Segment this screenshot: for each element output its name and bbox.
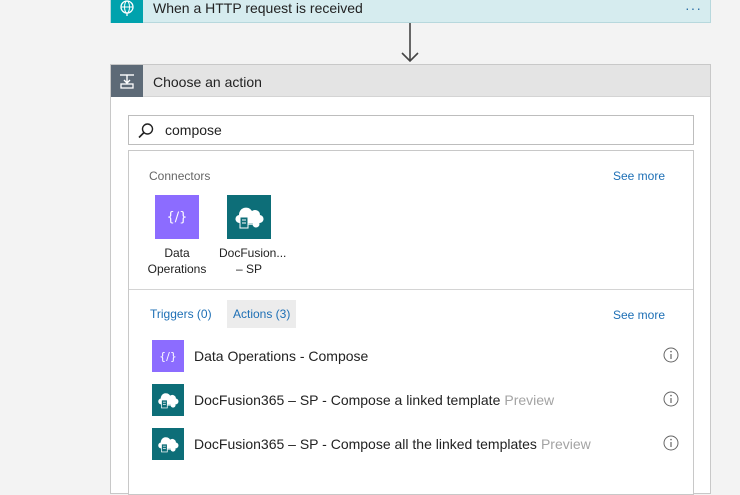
flow-arrow-icon bbox=[401, 23, 419, 63]
action-item-docfusion-compose-all-linked-templates[interactable]: DocFusion365 – SP - Compose all the link… bbox=[149, 426, 679, 462]
action-item-label: DocFusion365 – SP - Compose all the link… bbox=[194, 436, 591, 452]
trigger-card[interactable]: When a HTTP request is received ··· bbox=[110, 0, 711, 23]
connector-docfusion[interactable]: DocFusion... – SP bbox=[219, 195, 287, 277]
docfusion-icon bbox=[152, 428, 184, 460]
tab-triggers[interactable]: Triggers (0) bbox=[144, 300, 218, 328]
data-operations-icon: {∕} bbox=[152, 340, 184, 372]
info-icon[interactable] bbox=[663, 435, 679, 451]
action-header[interactable]: Choose an action bbox=[111, 65, 710, 97]
section-divider bbox=[129, 289, 693, 290]
actions-see-more-link[interactable]: See more bbox=[613, 308, 665, 322]
action-item-label: DocFusion365 – SP - Compose a linked tem… bbox=[194, 392, 555, 408]
connectors-label: Connectors bbox=[149, 169, 211, 183]
search-icon bbox=[138, 123, 154, 139]
connector-name: DocFusion... – SP bbox=[219, 246, 287, 276]
action-item-label: Data Operations - Compose bbox=[194, 348, 369, 364]
docfusion-icon bbox=[152, 384, 184, 416]
connectors-see-more-link[interactable]: See more bbox=[613, 169, 665, 183]
action-header-title: Choose an action bbox=[153, 74, 262, 90]
results-panel: Connectors See more {∕} Data Operations bbox=[128, 150, 694, 495]
connector-name: Data Operations bbox=[147, 246, 207, 276]
svg-text:{∕}: {∕} bbox=[167, 210, 188, 225]
action-icon bbox=[111, 65, 143, 97]
connector-data-operations[interactable]: {∕} Data Operations bbox=[147, 195, 207, 277]
trigger-title: When a HTTP request is received bbox=[153, 0, 363, 16]
action-item-data-operations-compose[interactable]: {∕} Data Operations - Compose bbox=[149, 338, 679, 374]
docfusion-icon bbox=[227, 195, 271, 239]
search-input[interactable] bbox=[165, 121, 665, 139]
more-options-icon[interactable]: ··· bbox=[685, 0, 702, 16]
data-operations-icon: {∕} bbox=[155, 195, 199, 239]
info-icon[interactable] bbox=[663, 347, 679, 363]
search-box[interactable] bbox=[128, 115, 694, 145]
info-icon[interactable] bbox=[663, 391, 679, 407]
action-item-docfusion-compose-linked-template[interactable]: DocFusion365 – SP - Compose a linked tem… bbox=[149, 382, 679, 418]
choose-action-card: Choose an action Connectors See more {∕}… bbox=[110, 64, 711, 495]
svg-text:{∕}: {∕} bbox=[159, 350, 177, 363]
tab-actions[interactable]: Actions (3) bbox=[227, 300, 297, 328]
globe-icon bbox=[111, 0, 143, 23]
